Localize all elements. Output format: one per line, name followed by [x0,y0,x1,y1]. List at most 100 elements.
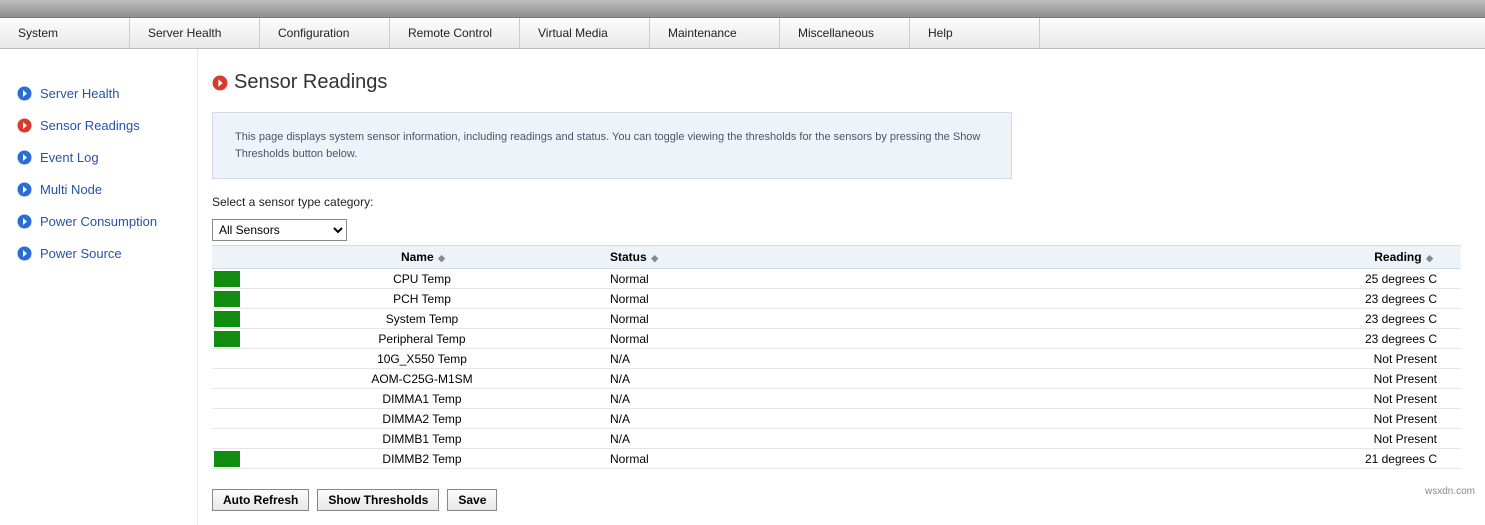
arrow-right-icon [16,245,32,261]
sensor-name: 10G_X550 Temp [242,349,602,369]
sort-icon: ◆ [438,253,443,263]
sensor-status: Normal [602,309,923,329]
arrow-right-icon [16,85,32,101]
info-box: This page displays system sensor informa… [212,112,1012,179]
status-swatch-cell [212,409,242,429]
sidebar-item-label: Power Consumption [40,214,157,229]
sensor-status: N/A [602,389,923,409]
status-swatch-cell [212,389,242,409]
table-header-name[interactable]: Name ◆ [242,246,602,269]
sensor-status: Normal [602,269,923,289]
main-content: Sensor Readings This page displays syste… [198,49,1485,525]
footer-brand: wsxdn.com [1425,486,1475,497]
sensor-reading: 23 degrees C [923,289,1461,309]
sensor-status: N/A [602,409,923,429]
status-swatch [214,371,240,387]
status-swatch [214,291,240,307]
status-swatch-cell [212,289,242,309]
save-button[interactable]: Save [447,489,497,511]
status-swatch [214,271,240,287]
table-row[interactable]: DIMMA1 TempN/ANot Present [212,389,1461,409]
menu-help[interactable]: Help [910,18,1040,48]
sidebar-item-label: Multi Node [40,182,102,197]
status-swatch-cell [212,349,242,369]
status-swatch-cell [212,429,242,449]
sensor-name: System Temp [242,309,602,329]
sidebar-item-label: Server Health [40,86,119,101]
sensor-name: PCH Temp [242,289,602,309]
status-swatch [214,351,240,367]
table-row[interactable]: AOM-C25G-M1SMN/ANot Present [212,369,1461,389]
sensor-status: Normal [602,449,923,469]
sensor-status: N/A [602,349,923,369]
sensor-status: N/A [602,429,923,449]
table-row[interactable]: DIMMB2 TempNormal21 degrees C [212,449,1461,469]
menu-miscellaneous[interactable]: Miscellaneous [780,18,910,48]
sensor-table: Name ◆ Status ◆ Reading ◆ CPU TempNormal… [212,245,1461,469]
status-swatch-cell [212,269,242,289]
auto-refresh-button[interactable]: Auto Refresh [212,489,309,511]
menu-configuration[interactable]: Configuration [260,18,390,48]
sidebar-item-label: Event Log [40,150,99,165]
status-swatch [214,391,240,407]
table-header-reading[interactable]: Reading ◆ [923,246,1461,269]
sidebar-item-power-source[interactable]: Power Source [16,237,185,269]
sensor-name: CPU Temp [242,269,602,289]
menu-system[interactable]: System [0,18,130,48]
sensor-reading: Not Present [923,349,1461,369]
sidebar-item-sensor-readings[interactable]: Sensor Readings [16,109,185,141]
table-row[interactable]: System TempNormal23 degrees C [212,309,1461,329]
menu-maintenance[interactable]: Maintenance [650,18,780,48]
sensor-status: N/A [602,369,923,389]
sensor-name: AOM-C25G-M1SM [242,369,602,389]
show-thresholds-button[interactable]: Show Thresholds [317,489,439,511]
status-swatch [214,431,240,447]
sensor-status: Normal [602,289,923,309]
sidebar-item-power-consumption[interactable]: Power Consumption [16,205,185,237]
sensor-name: DIMMB1 Temp [242,429,602,449]
status-swatch [214,331,240,347]
table-row[interactable]: DIMMB1 TempN/ANot Present [212,429,1461,449]
status-swatch-cell [212,309,242,329]
page-title: Sensor Readings [234,71,387,94]
sensor-reading: Not Present [923,389,1461,409]
status-swatch [214,451,240,467]
sensor-name: DIMMA1 Temp [242,389,602,409]
menu-virtual-media[interactable]: Virtual Media [520,18,650,48]
sidebar-item-server-health[interactable]: Server Health [16,77,185,109]
table-row[interactable]: PCH TempNormal23 degrees C [212,289,1461,309]
table-row[interactable]: Peripheral TempNormal23 degrees C [212,329,1461,349]
menu-remote-control[interactable]: Remote Control [390,18,520,48]
sidebar: Server Health Sensor Readings Event Log … [0,49,198,525]
sort-icon: ◆ [651,253,656,263]
topbar [0,0,1485,18]
sensor-reading: 21 degrees C [923,449,1461,469]
sidebar-item-label: Sensor Readings [40,118,140,133]
arrow-right-icon [16,149,32,165]
sidebar-item-label: Power Source [40,246,122,261]
sensor-name: DIMMB2 Temp [242,449,602,469]
menu-server-health[interactable]: Server Health [130,18,260,48]
status-swatch-cell [212,449,242,469]
sensor-type-label: Select a sensor type category: [212,195,1461,209]
table-header-status[interactable]: Status ◆ [602,246,923,269]
table-row[interactable]: CPU TempNormal25 degrees C [212,269,1461,289]
table-header-swatch [212,246,242,269]
status-swatch [214,411,240,427]
sidebar-item-event-log[interactable]: Event Log [16,141,185,173]
status-swatch-cell [212,369,242,389]
arrow-right-icon [16,117,32,133]
sensor-reading: Not Present [923,409,1461,429]
sensor-status: Normal [602,329,923,349]
table-row[interactable]: DIMMA2 TempN/ANot Present [212,409,1461,429]
arrow-right-icon [212,75,228,91]
sensor-type-select[interactable]: All Sensors [212,219,347,241]
status-swatch-cell [212,329,242,349]
table-row[interactable]: 10G_X550 TempN/ANot Present [212,349,1461,369]
sensor-reading: Not Present [923,429,1461,449]
sidebar-item-multi-node[interactable]: Multi Node [16,173,185,205]
menubar: System Server Health Configuration Remot… [0,18,1485,49]
sort-icon: ◆ [1426,253,1431,263]
sensor-name: DIMMA2 Temp [242,409,602,429]
sensor-reading: 23 degrees C [923,309,1461,329]
